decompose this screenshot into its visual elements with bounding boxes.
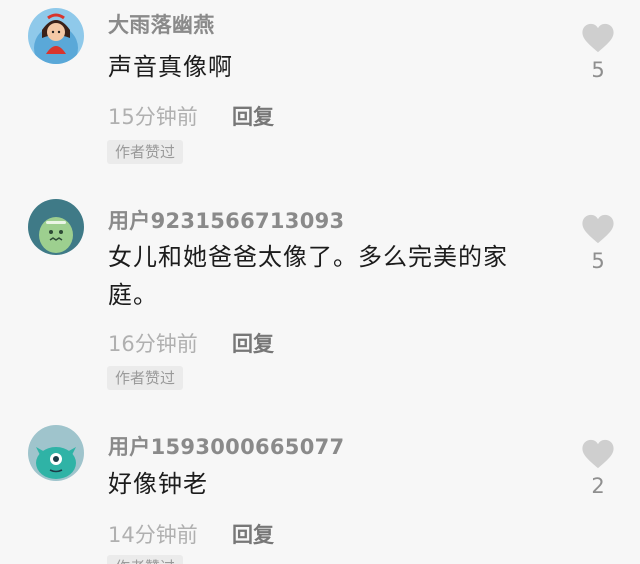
timestamp: 16分钟前 [108,332,198,356]
heart-icon [582,439,614,469]
comment-text: 女儿和她爸爸太像了。多么完美的家庭。 [108,243,508,309]
comment-text: 声音真像啊 [108,53,233,81]
timestamp: 15分钟前 [108,105,198,129]
like-count: 5 [591,249,605,273]
like-count: 5 [591,58,605,82]
like-button[interactable]: 5 [580,22,616,82]
reply-button[interactable]: 回复 [232,519,274,549]
like-button[interactable]: 5 [580,213,616,273]
username[interactable]: 大雨落幽燕 [108,9,215,39]
author-liked-badge: 作者赞过 [107,366,184,390]
author-liked-badge: 作者赞过 [107,555,184,564]
like-button[interactable]: 2 [580,438,616,498]
green-monster-avatar-icon [28,199,84,255]
comment-list: 大雨落幽燕 声音真像啊 15分钟前 回复 作者赞过 5 用户9231566713… [0,0,640,564]
teal-monster-avatar-icon [28,425,84,481]
reply-button[interactable]: 回复 [232,328,274,358]
avatar[interactable] [28,8,84,64]
avatar[interactable] [28,199,84,255]
reply-button[interactable]: 回复 [232,101,274,131]
avatar[interactable] [28,425,84,481]
like-count: 2 [591,474,605,498]
username[interactable]: 用户9231566713093 [108,205,344,235]
username[interactable]: 用户1593000665077 [108,431,344,461]
author-liked-badge: 作者赞过 [107,140,184,164]
timestamp: 14分钟前 [108,523,198,547]
comment-text: 好像钟老 [108,470,208,498]
heart-icon [582,214,614,244]
cartoon-girl-avatar-icon [28,8,84,64]
heart-icon [582,23,614,53]
